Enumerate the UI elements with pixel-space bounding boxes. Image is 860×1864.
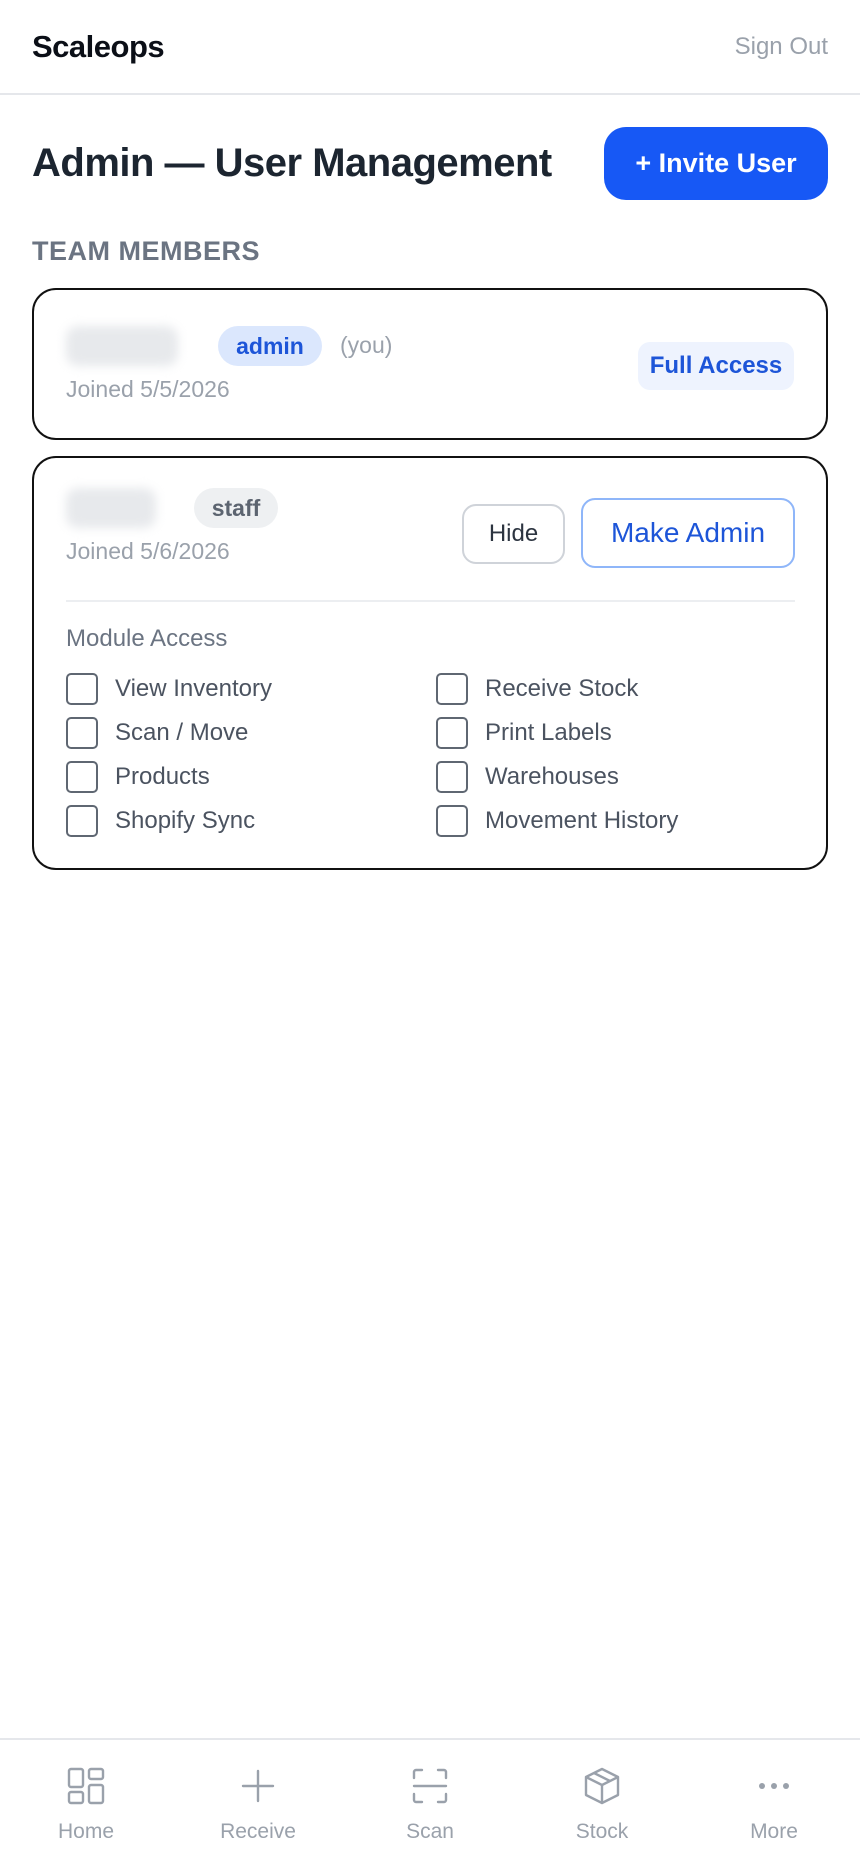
checkbox[interactable] bbox=[66, 673, 98, 705]
full-access-badge: Full Access bbox=[638, 342, 794, 390]
module-warehouses[interactable]: Warehouses bbox=[436, 760, 619, 794]
nav-more[interactable]: More bbox=[688, 1740, 860, 1864]
checkbox[interactable] bbox=[436, 673, 468, 705]
checkbox[interactable] bbox=[66, 805, 98, 837]
module-print-labels[interactable]: Print Labels bbox=[436, 716, 612, 750]
nav-label: Stock bbox=[575, 1820, 629, 1843]
role-badge-admin: admin bbox=[218, 326, 322, 366]
plus-icon bbox=[241, 1769, 275, 1803]
module-receive-stock[interactable]: Receive Stock bbox=[436, 672, 638, 706]
section-label-team-members: TEAM MEMBERS bbox=[32, 236, 260, 266]
module-label: Movement History bbox=[485, 807, 679, 834]
page-title: Admin — User Management bbox=[32, 141, 552, 185]
module-products[interactable]: Products bbox=[66, 760, 210, 794]
brand-logo[interactable]: Scaleops bbox=[32, 29, 165, 65]
nav-label: Scan bbox=[406, 1820, 454, 1843]
make-admin-button[interactable]: Make Admin bbox=[581, 498, 795, 568]
top-bar: Scaleops Sign Out bbox=[0, 0, 860, 95]
divider bbox=[66, 600, 795, 602]
nav-label: Home bbox=[57, 1820, 115, 1843]
checkbox[interactable] bbox=[436, 805, 468, 837]
hide-button[interactable]: Hide bbox=[462, 504, 565, 564]
module-access-title: Module Access bbox=[66, 625, 228, 652]
module-label: View Inventory bbox=[115, 675, 272, 702]
nav-label: More bbox=[750, 1820, 798, 1843]
grid-icon bbox=[67, 1767, 105, 1805]
module-label: Receive Stock bbox=[485, 675, 639, 702]
module-scan-move[interactable]: Scan / Move bbox=[66, 716, 248, 750]
role-badge-staff: staff bbox=[194, 488, 278, 528]
nav-stock[interactable]: Stock bbox=[516, 1740, 688, 1864]
page-header: Admin — User Management + Invite User bbox=[32, 127, 828, 200]
module-label: Scan / Move bbox=[115, 719, 249, 746]
nav-receive[interactable]: Receive bbox=[172, 1740, 344, 1864]
you-label: (you) bbox=[340, 332, 393, 358]
more-icon bbox=[759, 1783, 789, 1789]
module-label: Print Labels bbox=[485, 719, 612, 746]
sign-out-link[interactable]: Sign Out bbox=[735, 33, 828, 61]
module-movement-history[interactable]: Movement History bbox=[436, 804, 678, 838]
module-label: Shopify Sync bbox=[115, 807, 256, 834]
checkbox[interactable] bbox=[436, 717, 468, 749]
joined-date: Joined 5/6/2026 bbox=[66, 538, 230, 564]
checkbox[interactable] bbox=[436, 761, 468, 793]
module-shopify-sync[interactable]: Shopify Sync bbox=[66, 804, 255, 838]
nav-scan[interactable]: Scan bbox=[344, 1740, 516, 1864]
module-label: Products bbox=[115, 763, 210, 790]
checkbox[interactable] bbox=[66, 717, 98, 749]
joined-date: Joined 5/5/2026 bbox=[66, 376, 230, 402]
invite-user-button[interactable]: + Invite User bbox=[604, 127, 828, 200]
scan-icon bbox=[412, 1768, 448, 1804]
app: Scaleops Sign Out Admin — User Managemen… bbox=[0, 0, 860, 1864]
nav-home[interactable]: Home bbox=[0, 1740, 172, 1864]
member-card-staff: staff Joined 5/6/2026 Hide Make Admin Mo… bbox=[32, 456, 828, 870]
bottom-nav: Home Receive Scan Stock More bbox=[0, 1738, 860, 1864]
checkbox[interactable] bbox=[66, 761, 98, 793]
nav-label: Receive bbox=[220, 1820, 296, 1843]
member-name-redacted bbox=[66, 488, 156, 528]
box-icon bbox=[584, 1767, 620, 1805]
member-name-redacted bbox=[66, 326, 178, 366]
module-label: Warehouses bbox=[485, 763, 619, 790]
member-card-admin: admin (you) Joined 5/5/2026 Full Access bbox=[32, 288, 828, 440]
module-view-inventory[interactable]: View Inventory bbox=[66, 672, 272, 706]
